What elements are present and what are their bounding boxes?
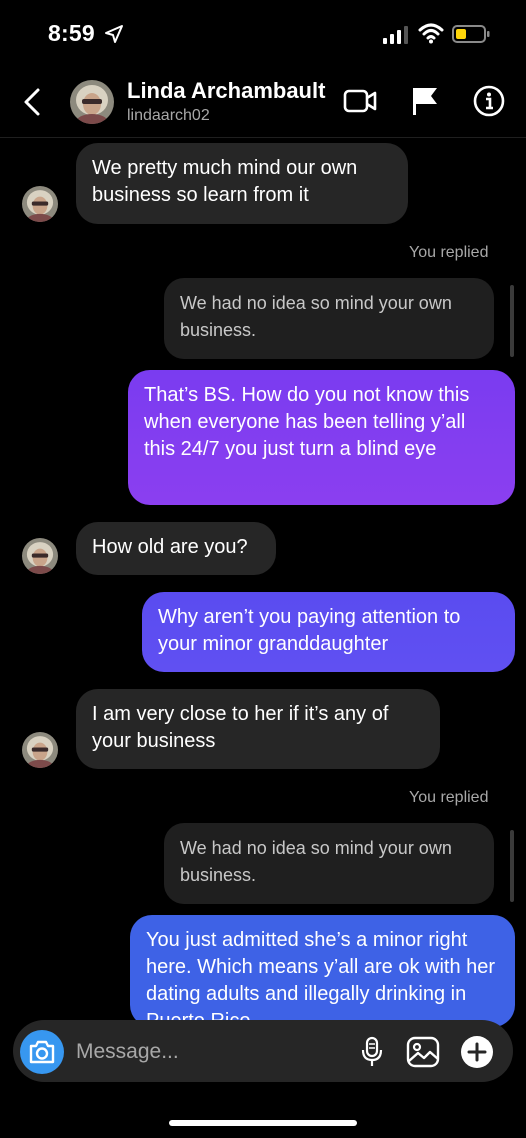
gallery-icon[interactable] [406, 1036, 440, 1068]
quoted-reply[interactable]: We had no idea so mind your own business… [164, 823, 494, 904]
microphone-icon[interactable] [360, 1036, 384, 1068]
back-chevron-icon[interactable] [20, 86, 44, 118]
home-indicator [169, 1120, 357, 1126]
cellular-signal-icon [383, 26, 408, 44]
status-time: 8:59 [48, 20, 95, 46]
message-input[interactable]: Message... [76, 1040, 179, 1064]
reply-indicator [510, 830, 514, 902]
incoming-message[interactable]: I am very close to her if it’s any of yo… [76, 689, 440, 769]
info-icon[interactable] [473, 85, 505, 117]
flag-icon[interactable] [411, 86, 439, 116]
incoming-message[interactable]: How old are you? [76, 522, 276, 575]
battery-icon [452, 25, 490, 43]
camera-icon[interactable] [28, 1039, 56, 1065]
sender-avatar[interactable] [22, 186, 58, 222]
contact-username[interactable]: lindaarch02 [127, 107, 210, 125]
you-replied-label: You replied [409, 244, 489, 261]
outgoing-message[interactable]: You just admitted she’s a minor right he… [130, 915, 515, 1027]
wifi-icon [418, 23, 444, 44]
contact-name[interactable]: Linda Archambault [127, 78, 325, 104]
you-replied-label: You replied [409, 789, 489, 806]
outgoing-message[interactable]: Why aren’t you paying attention to your … [142, 592, 515, 672]
sender-avatar[interactable] [22, 538, 58, 574]
sender-avatar[interactable] [22, 732, 58, 768]
plus-icon[interactable] [460, 1035, 494, 1069]
reply-indicator [510, 285, 514, 357]
incoming-message[interactable]: We pretty much mind our own business so … [76, 143, 408, 224]
quoted-reply[interactable]: We had no idea so mind your own business… [164, 278, 494, 359]
outgoing-message[interactable]: That’s BS. How do you not know this when… [128, 370, 515, 505]
location-arrow-icon [105, 25, 123, 43]
header-divider [0, 137, 526, 138]
video-camera-icon[interactable] [343, 88, 377, 114]
header-avatar[interactable] [70, 80, 114, 124]
